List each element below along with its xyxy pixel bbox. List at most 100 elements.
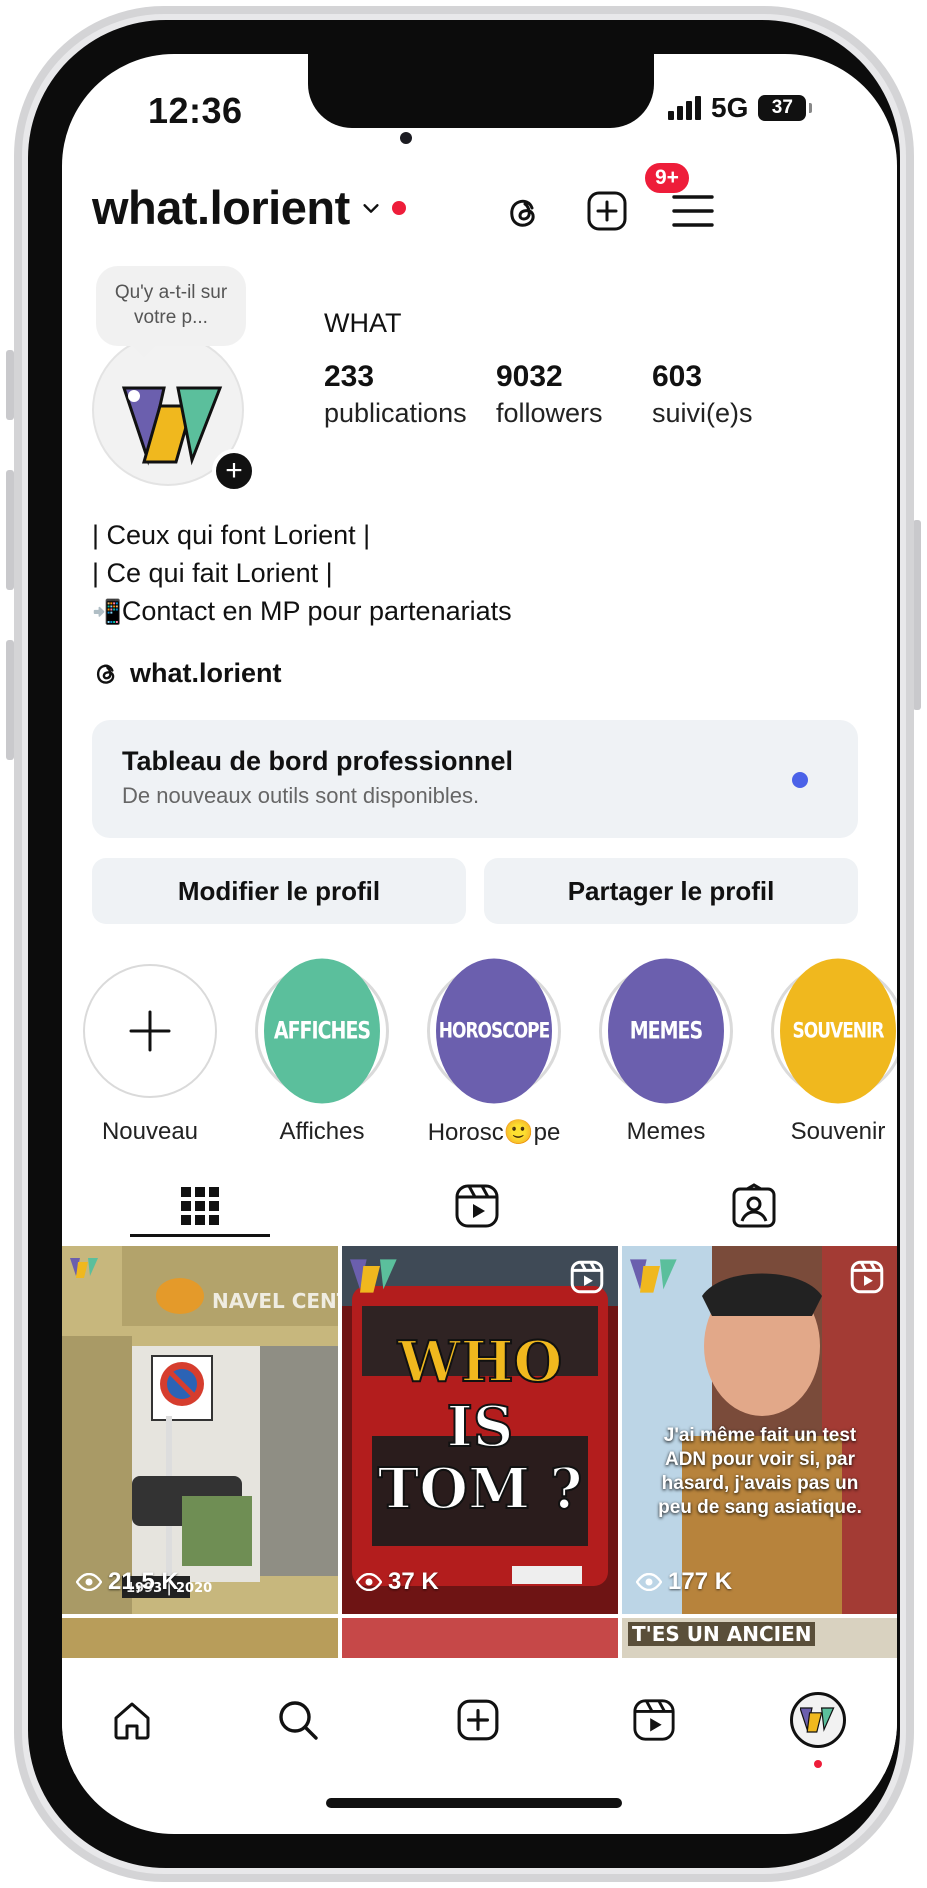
post-views: 177 K <box>636 1568 732 1596</box>
battery-level: 37 <box>771 97 793 118</box>
bio-line: | Ceux qui font Lorient | <box>92 520 371 550</box>
notification-dot <box>391 200 406 215</box>
phone-emoji: 📲 <box>92 598 122 626</box>
highlight-memes[interactable]: MEMES Memes <box>596 958 736 1146</box>
eye-icon <box>356 1573 382 1591</box>
post-tile-partial[interactable] <box>342 1618 618 1658</box>
post-tile-partial[interactable] <box>62 1618 338 1658</box>
add-story-button[interactable]: + <box>212 449 256 493</box>
screen: 12:36 5G 37 what.lorient 9+ Qu'y a-t-il … <box>62 54 897 1834</box>
mute-switch <box>6 350 14 420</box>
highlight-cover: SOUVENIR <box>780 958 896 1104</box>
stat-following[interactable]: 603 suivi(e)s <box>652 360 753 429</box>
tab-tagged[interactable] <box>704 1174 804 1238</box>
what-logo-mini <box>800 1707 835 1733</box>
stat-publications[interactable]: 233 publications <box>324 360 467 429</box>
note-bubble[interactable]: Qu'y a-t-il sur votre p... <box>96 266 246 346</box>
phone-mockup: 12:36 5G 37 what.lorient 9+ Qu'y a-t-il … <box>0 0 927 1888</box>
nav-search[interactable] <box>266 1688 330 1752</box>
search-icon <box>279 1701 318 1740</box>
create-button[interactable] <box>582 186 632 236</box>
nav-reels[interactable] <box>622 1688 686 1752</box>
post-views: 37 K <box>356 1568 439 1596</box>
stat-value: 233 <box>324 360 375 393</box>
threads-button[interactable] <box>498 188 548 238</box>
highlight-cover: MEMES <box>608 958 724 1104</box>
plus-icon <box>129 1010 171 1052</box>
reel-indicator-icon <box>850 1260 884 1294</box>
next-post-caption: T'ES UN ANCIEN <box>628 1622 816 1646</box>
nav-profile[interactable] <box>786 1688 850 1752</box>
post-tile-partial[interactable]: T'ES UN ANCIEN <box>622 1618 897 1658</box>
what-logo-mini <box>70 1258 98 1278</box>
volume-up-button <box>6 470 14 590</box>
stat-label: suivi(e)s <box>652 398 753 428</box>
profile-avatar-small <box>790 1692 846 1748</box>
professional-dashboard[interactable]: Tableau de bord professionnel De nouveau… <box>92 720 858 838</box>
views-count: 37 K <box>388 1568 439 1595</box>
eye-icon <box>636 1573 662 1591</box>
power-button <box>913 520 921 710</box>
plus-square-icon <box>587 191 627 231</box>
post-image-red-bus: WHO IS TOM ? <box>342 1246 618 1614</box>
stat-value: 603 <box>652 360 703 393</box>
what-logo-mini <box>630 1259 677 1293</box>
share-profile-button[interactable]: Partager le profil <box>484 858 858 924</box>
threads-profile-link[interactable]: what.lorient <box>92 658 282 689</box>
smiley-emoji: 🙂 <box>503 1118 534 1146</box>
status-indicators: 5G 37 <box>668 92 813 124</box>
home-indicator[interactable] <box>326 1798 622 1808</box>
front-camera <box>400 132 412 144</box>
highlight-ring: SOUVENIR <box>771 958 897 1104</box>
tab-reels[interactable] <box>427 1174 527 1238</box>
post-tile[interactable]: J'ai même fait un test ADN pour voir si,… <box>622 1246 897 1614</box>
post-image-street-sign: NAVEL CENTRE 1993 | 2020 <box>62 1246 338 1614</box>
views-count: 21,5 K <box>108 1568 179 1595</box>
username: what.lorient <box>92 181 350 234</box>
highlight-label: Souvenir <box>790 1118 886 1145</box>
chevron-down-icon <box>363 203 379 213</box>
highlight-ring: AFFICHES <box>255 958 389 1104</box>
stat-followers[interactable]: 9032 followers <box>496 360 603 429</box>
home-icon <box>114 1702 150 1740</box>
stat-value: 9032 <box>496 360 563 393</box>
highlight-label: Nouveau <box>101 1118 199 1145</box>
status-time: 12:36 <box>148 90 243 131</box>
reel-indicator-icon <box>570 1260 604 1294</box>
highlight-souvenir[interactable]: SOUVENIR Souvenir <box>768 958 897 1146</box>
dashboard-title: Tableau de bord professionnel <box>122 746 514 776</box>
account-switcher[interactable]: what.lorient <box>92 180 406 235</box>
highlight-new[interactable]: Nouveau <box>80 964 220 1146</box>
post-tile[interactable]: WHO IS TOM ? 37 K <box>342 1246 618 1614</box>
plus-icon: + <box>225 454 243 487</box>
post-tile[interactable]: NAVEL CENTRE 1993 | 2020 21,5 K <box>62 1246 338 1614</box>
hamburger-menu-icon <box>672 195 714 227</box>
highlight-label: Memes <box>626 1118 706 1145</box>
dashboard-subtitle: De nouveaux outils sont disponibles. <box>122 783 480 808</box>
tab-grid[interactable] <box>150 1174 250 1238</box>
highlight-cover: AFFICHES <box>264 958 380 1104</box>
bio-line: Contact en MP pour partenariats <box>121 596 512 626</box>
highlight-affiches[interactable]: AFFICHES Affiches <box>252 958 392 1146</box>
highlight-ring: MEMES <box>599 958 733 1104</box>
reels-icon <box>455 1184 499 1228</box>
threads-icon <box>96 664 115 684</box>
profile-notification-dot <box>814 1760 822 1768</box>
bio-line: | Ce qui fait Lorient | <box>92 558 333 588</box>
notch <box>308 54 654 128</box>
svg-text:TOM ?: TOM ? <box>378 1456 583 1522</box>
plus-square-icon <box>457 1699 499 1741</box>
highlight-horoscope[interactable]: HOROSCOPE Horosc🙂pe <box>424 958 564 1147</box>
edit-profile-button[interactable]: Modifier le profil <box>92 858 466 924</box>
stat-label: publications <box>324 398 467 428</box>
post-views: 21,5 K <box>76 1568 179 1596</box>
menu-button[interactable] <box>668 186 718 236</box>
highlight-label: Horosc🙂pe <box>424 1118 564 1147</box>
highlight-label-part: pe <box>533 1119 561 1146</box>
nav-home[interactable] <box>100 1688 164 1752</box>
grid-icon <box>181 1187 219 1225</box>
bottom-navigation <box>62 1674 897 1774</box>
nav-create[interactable] <box>446 1688 510 1752</box>
network-type: 5G <box>711 92 749 123</box>
svg-text:NAVEL CENTRE: NAVEL CENTRE <box>212 1289 338 1313</box>
